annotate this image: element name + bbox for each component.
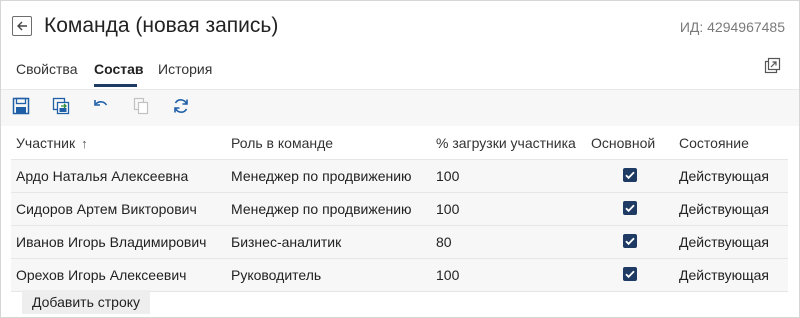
arrow-left-icon [16, 20, 28, 32]
refresh-button[interactable] [170, 97, 192, 119]
primary-checkbox[interactable] [623, 168, 637, 182]
primary-checkbox[interactable] [623, 267, 637, 281]
tab-bar: Свойства Состав История [1, 55, 799, 88]
popout-button[interactable] [763, 57, 781, 75]
save-and-close-button[interactable] [50, 97, 72, 119]
refresh-icon [172, 97, 190, 120]
cell-state: Действующая [679, 234, 770, 250]
table-row[interactable]: Иванов Игорь Владимирович Бизнес-аналити… [11, 225, 788, 258]
page-title: Команда (новая запись) [44, 14, 279, 37]
cell-load: 80 [436, 234, 452, 250]
cell-state: Действующая [679, 201, 770, 217]
cell-role: Менеджер по продвижению [231, 201, 412, 217]
checkmark-icon [623, 267, 637, 281]
copy-button[interactable] [130, 97, 152, 119]
checkmark-icon [623, 201, 637, 215]
save-button[interactable] [10, 97, 32, 119]
open-in-new-window-icon [763, 57, 781, 79]
table-row[interactable]: Ардо Наталья Алексеевна Менеджер по прод… [11, 159, 788, 192]
column-header-role[interactable]: Роль в команде [231, 127, 333, 159]
checkmark-icon [623, 234, 637, 248]
primary-checkbox[interactable] [623, 201, 637, 215]
team-members-table: Участник ↑ Роль в команде % загрузки учас… [11, 127, 788, 292]
cell-member: Сидоров Артем Викторович [16, 201, 197, 217]
save-and-close-icon [52, 97, 70, 120]
cell-state: Действующая [679, 168, 770, 184]
undo-icon [92, 97, 110, 120]
cell-state: Действующая [679, 267, 770, 283]
cell-role: Менеджер по продвижению [231, 168, 412, 184]
table-row[interactable]: Орехов Игорь Алексеевич Руководитель 100… [11, 258, 788, 292]
tab-history[interactable]: История [158, 61, 212, 77]
record-window: Команда (новая запись) ИД: 4294967485 Св… [0, 0, 800, 318]
cell-member: Ардо Наталья Алексеевна [16, 168, 189, 184]
checkmark-icon [623, 168, 637, 182]
column-header-state[interactable]: Состояние [679, 127, 749, 159]
copy-icon [132, 97, 150, 120]
cell-load: 100 [436, 201, 460, 217]
undo-button[interactable] [90, 97, 112, 119]
column-header-primary[interactable]: Основной [591, 127, 655, 159]
header: Команда (новая запись) ИД: 4294967485 [1, 1, 799, 55]
add-row-button[interactable]: Добавить строку [22, 290, 151, 314]
column-header-load[interactable]: % загрузки участника [436, 127, 576, 159]
tab-properties[interactable]: Свойства [16, 61, 77, 77]
record-id: ИД: 4294967485 [679, 19, 785, 35]
sort-ascending-icon: ↑ [81, 136, 88, 151]
cell-load: 100 [436, 267, 460, 283]
cell-member: Иванов Игорь Владимирович [16, 234, 207, 250]
table-row[interactable]: Сидоров Артем Викторович Менеджер по про… [11, 192, 788, 225]
column-header-member[interactable]: Участник ↑ [16, 127, 88, 159]
back-button[interactable] [12, 16, 32, 36]
active-tab-indicator [94, 84, 137, 87]
tab-composition[interactable]: Состав [94, 61, 144, 77]
cell-role: Бизнес-аналитик [231, 234, 342, 250]
cell-load: 100 [436, 168, 460, 184]
primary-checkbox[interactable] [623, 234, 637, 248]
cell-member: Орехов Игорь Алексеевич [16, 267, 187, 283]
table-header: Участник ↑ Роль в команде % загрузки учас… [11, 127, 788, 159]
cell-role: Руководитель [231, 267, 322, 283]
toolbar [1, 89, 799, 126]
save-icon [12, 97, 30, 120]
